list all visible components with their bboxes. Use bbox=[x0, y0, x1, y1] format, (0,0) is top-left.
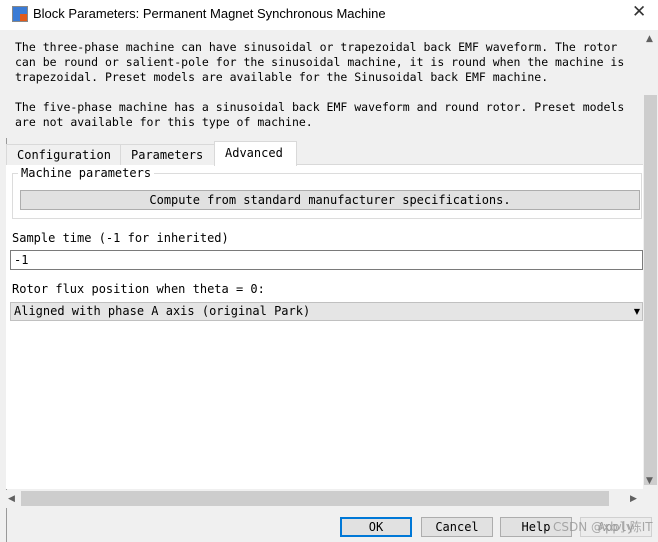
tab-parameters[interactable]: Parameters bbox=[120, 144, 215, 165]
description-para-1: The three-phase machine can have sinusoi… bbox=[15, 40, 625, 84]
close-icon[interactable]: ✕ bbox=[632, 2, 646, 22]
scroll-down-icon[interactable]: ▼ bbox=[646, 476, 653, 486]
sample-time-input[interactable]: -1 bbox=[10, 250, 643, 270]
tab-advanced[interactable]: Advanced bbox=[214, 141, 297, 166]
block-description: The three-phase machine can have sinusoi… bbox=[6, 30, 638, 138]
dropdown-caret-icon: ▼ bbox=[633, 307, 640, 316]
description-para-2: The five-phase machine has a sinusoidal … bbox=[15, 100, 625, 129]
tab-configuration[interactable]: Configuration bbox=[6, 144, 121, 165]
sample-time-label: Sample time (-1 for inherited) bbox=[12, 231, 229, 245]
cancel-button[interactable]: Cancel bbox=[421, 517, 493, 537]
vertical-scrollbar-thumb[interactable] bbox=[644, 95, 657, 485]
group-label: Machine parameters bbox=[18, 166, 155, 180]
ok-button[interactable]: OK bbox=[340, 517, 412, 537]
simulink-block-icon bbox=[12, 6, 28, 22]
scroll-up-icon[interactable]: ▲ bbox=[646, 34, 653, 44]
compute-from-specs-button[interactable]: Compute from standard manufacturer speci… bbox=[20, 190, 640, 210]
horizontal-scrollbar-thumb[interactable] bbox=[21, 491, 609, 506]
watermark: CSDN @xb小陈IT bbox=[553, 520, 653, 534]
scroll-right-icon[interactable]: ▶ bbox=[630, 494, 637, 504]
scroll-left-icon[interactable]: ◀ bbox=[8, 494, 15, 504]
rotor-flux-select[interactable]: Aligned with phase A axis (original Park… bbox=[10, 302, 643, 321]
rotor-flux-value: Aligned with phase A axis (original Park… bbox=[14, 304, 311, 318]
window-title: Block Parameters: Permanent Magnet Synch… bbox=[33, 6, 386, 21]
rotor-flux-label: Rotor flux position when theta = 0: bbox=[12, 282, 265, 296]
